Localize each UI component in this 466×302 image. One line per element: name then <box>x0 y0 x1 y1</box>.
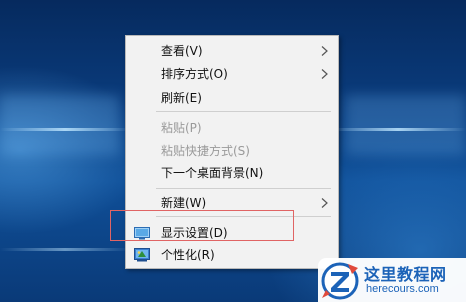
menu-item-label: 查看(V) <box>161 44 203 58</box>
personalize-icon <box>134 248 150 262</box>
watermark-url: herecours.com <box>366 283 439 295</box>
menu-item-paste: 粘贴(P) <box>126 117 338 139</box>
watermark-title: 这里教程网 <box>364 265 447 284</box>
menu-separator <box>156 111 331 112</box>
menu-item-label: 个性化(R) <box>161 248 215 262</box>
menu-item-view[interactable]: 查看(V) <box>126 40 338 62</box>
watermark: 这里教程网 herecours.com <box>318 258 466 302</box>
menu-item-label: 粘贴(P) <box>161 121 202 135</box>
light-beam-lower <box>0 248 130 251</box>
menu-item-label: 粘贴快捷方式(S) <box>161 144 250 158</box>
chevron-right-icon <box>321 198 328 208</box>
menu-item-paste-shortcut: 粘贴快捷方式(S) <box>126 140 338 162</box>
light-beam-left <box>0 128 130 131</box>
menu-item-personalize[interactable]: 个性化(R) <box>126 244 338 266</box>
menu-item-label: 下一个桌面背景(N) <box>161 166 264 180</box>
chevron-right-icon <box>321 69 328 79</box>
menu-item-sort-by[interactable]: 排序方式(O) <box>126 63 338 85</box>
menu-separator <box>156 188 331 189</box>
light-glow-right <box>345 95 466 155</box>
light-beam-right <box>330 128 466 131</box>
menu-item-label: 排序方式(O) <box>161 67 228 81</box>
menu-item-label: 刷新(E) <box>161 91 202 105</box>
chevron-right-icon <box>321 46 328 56</box>
light-glow-left <box>0 95 120 155</box>
site-logo-icon <box>321 262 359 300</box>
highlight-box <box>110 210 294 241</box>
menu-item-refresh[interactable]: 刷新(E) <box>126 87 338 109</box>
menu-item-next-desktop-background[interactable]: 下一个桌面背景(N) <box>126 162 338 184</box>
